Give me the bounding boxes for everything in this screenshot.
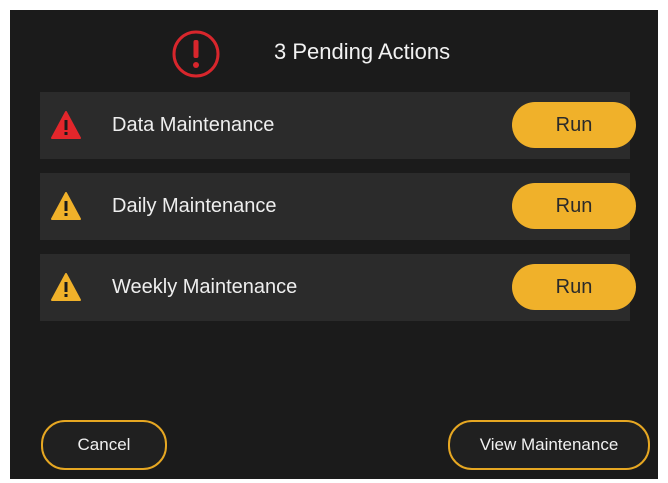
action-row-weekly-maintenance: Weekly Maintenance Run — [40, 254, 636, 321]
action-label: Weekly Maintenance — [112, 276, 298, 298]
run-button[interactable]: Run — [512, 102, 636, 148]
pending-actions-dialog: 3 Pending Actions Data Maintenance Run D… — [10, 10, 658, 479]
run-button[interactable]: Run — [512, 183, 636, 229]
dialog-title: 3 Pending Actions — [274, 39, 451, 64]
view-maintenance-button[interactable]: View Maintenance — [448, 420, 650, 470]
warning-triangle-icon — [50, 110, 82, 140]
cancel-button[interactable]: Cancel — [41, 420, 167, 470]
action-label: Data Maintenance — [112, 114, 275, 136]
action-row-data-maintenance: Data Maintenance Run — [40, 92, 636, 159]
action-row-daily-maintenance: Daily Maintenance Run — [40, 173, 636, 240]
warning-triangle-icon — [50, 272, 82, 302]
pending-actions-list: Data Maintenance Run Daily Maintenance R… — [40, 92, 636, 335]
action-label: Daily Maintenance — [112, 195, 277, 217]
warning-triangle-icon — [50, 191, 82, 221]
alert-circle-icon — [170, 28, 222, 80]
dialog-header: 3 Pending Actions — [10, 10, 658, 90]
run-button[interactable]: Run — [512, 264, 636, 310]
